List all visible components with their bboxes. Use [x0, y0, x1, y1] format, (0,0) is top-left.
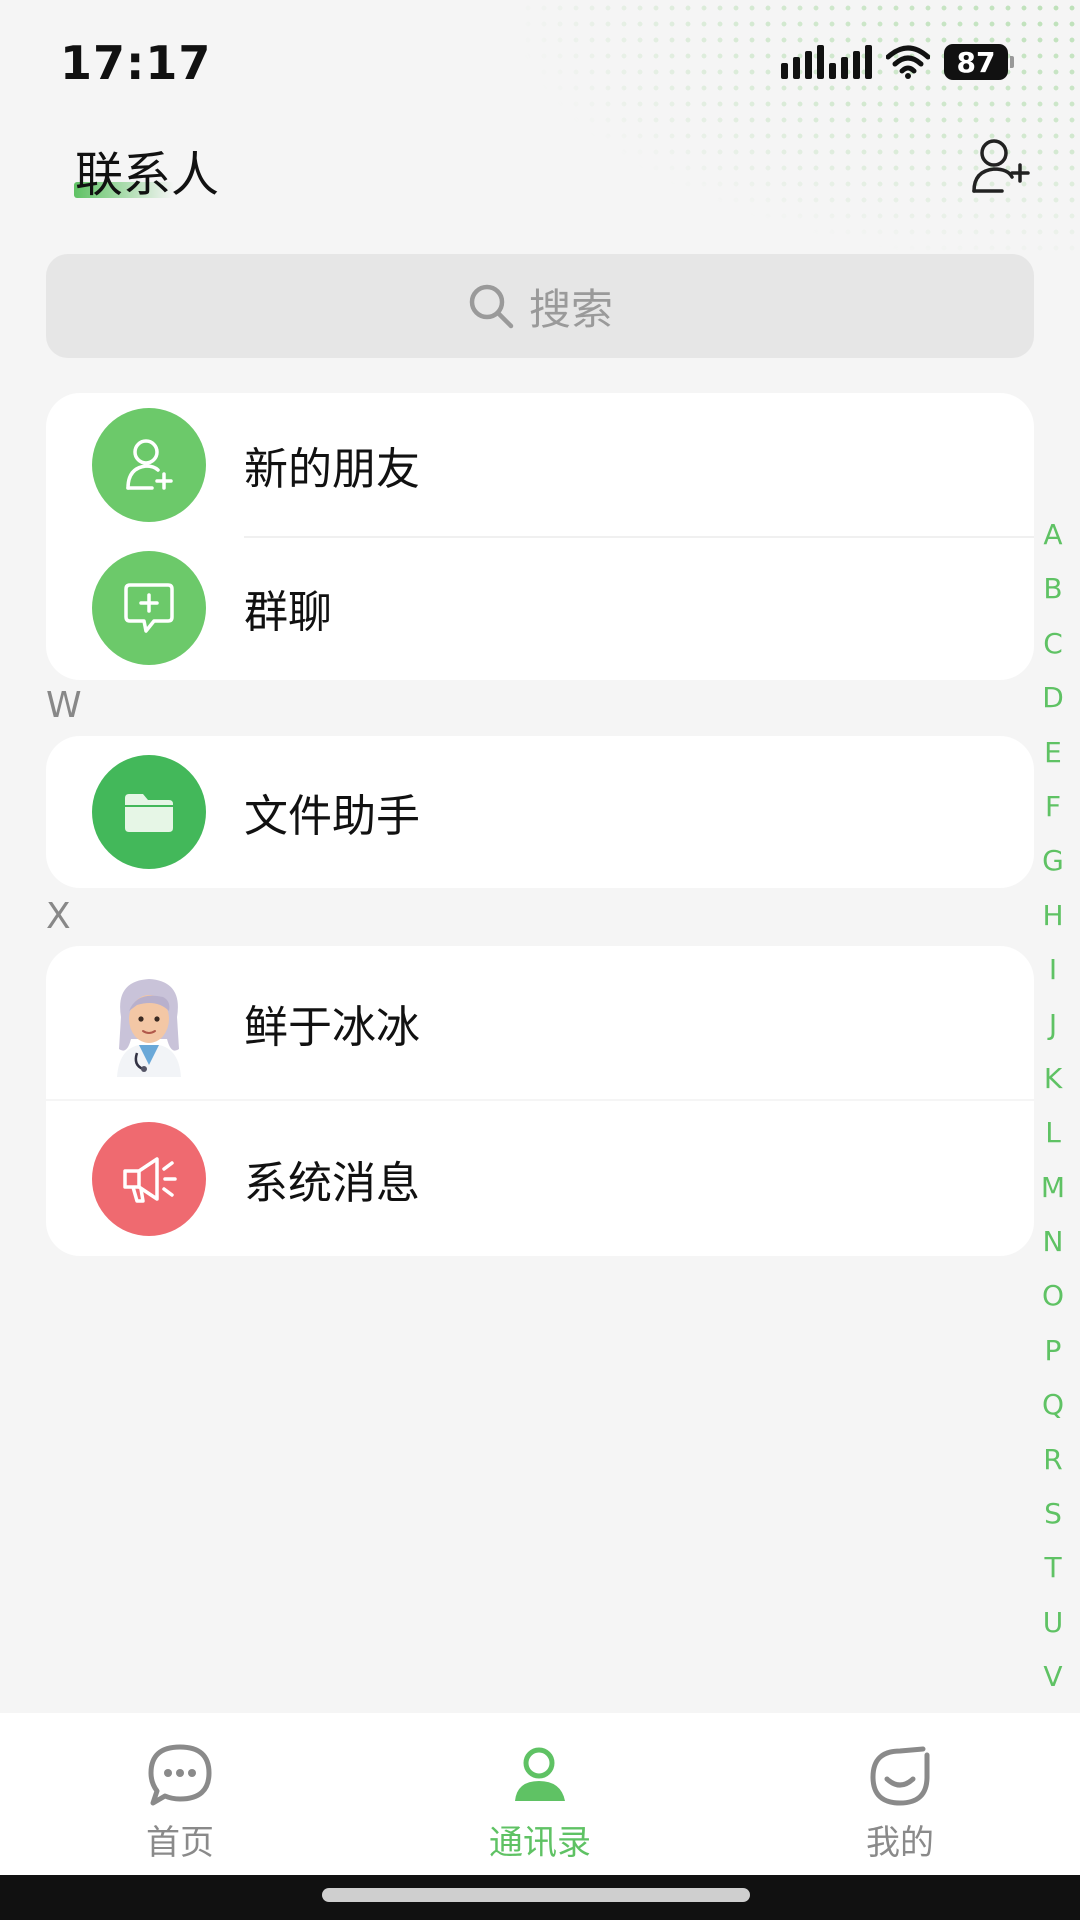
section-header-w: W	[46, 685, 82, 726]
alphabet-index[interactable]: A B C D E F G H I J K L M N O P Q R S T …	[1038, 516, 1068, 1686]
add-contact-icon[interactable]	[968, 133, 1032, 197]
list-item-label: 系统消息	[244, 1157, 420, 1209]
avatar	[92, 965, 206, 1080]
list-item-label: 新的朋友	[244, 443, 420, 495]
list-item-file-assistant[interactable]: 文件助手	[46, 736, 1034, 888]
search-placeholder: 搜索	[528, 284, 613, 334]
index-letter[interactable]: A	[1043, 516, 1062, 570]
tab-bar: 首页 通讯录 我的	[0, 1713, 1080, 1875]
index-letter[interactable]: L	[1045, 1114, 1061, 1168]
contacts-screen: 17:17 87 联系人 搜索 新的朋友 群聊 W 文件助手 X 鲜于冰冰 系统…	[0, 0, 1080, 1920]
index-letter[interactable]: V	[1043, 1658, 1062, 1686]
index-letter[interactable]: E	[1044, 734, 1062, 788]
group-chat-icon	[92, 551, 206, 665]
index-letter[interactable]: D	[1042, 679, 1064, 733]
tab-label: 首页	[146, 1823, 214, 1863]
divider	[244, 536, 1034, 538]
list-item-system-messages[interactable]: 系统消息	[46, 1101, 1034, 1256]
battery-icon: 87	[944, 44, 1014, 80]
wifi-icon	[886, 45, 930, 79]
tab-contacts[interactable]: 通讯录	[360, 1713, 720, 1875]
index-letter[interactable]: N	[1043, 1223, 1064, 1277]
index-letter[interactable]: C	[1043, 625, 1063, 679]
index-letter[interactable]: F	[1045, 788, 1061, 842]
tab-label: 通讯录	[489, 1823, 591, 1863]
list-item-group-chat[interactable]: 群聊	[46, 536, 1034, 680]
search-bar[interactable]: 搜索	[46, 254, 1034, 358]
index-letter[interactable]: J	[1049, 1006, 1057, 1060]
index-letter[interactable]: T	[1044, 1549, 1061, 1603]
chat-bubble-icon	[148, 1744, 212, 1806]
index-letter[interactable]: M	[1041, 1169, 1065, 1223]
signal-icon	[781, 45, 872, 79]
index-letter[interactable]: O	[1042, 1277, 1064, 1331]
index-letter[interactable]: B	[1043, 570, 1062, 624]
tab-home[interactable]: 首页	[0, 1713, 360, 1875]
megaphone-icon	[92, 1121, 206, 1236]
search-icon	[469, 284, 514, 329]
index-letter[interactable]: H	[1042, 897, 1063, 951]
index-letter[interactable]: P	[1045, 1332, 1062, 1386]
list-item-label: 文件助手	[244, 791, 420, 842]
index-letter[interactable]: R	[1043, 1441, 1062, 1495]
index-letter[interactable]: G	[1042, 842, 1064, 896]
tab-me[interactable]: 我的	[720, 1713, 1080, 1875]
page-title: 联系人	[75, 147, 220, 203]
add-user-icon	[92, 407, 206, 522]
tab-label: 我的	[866, 1823, 934, 1863]
section-header-x: X	[46, 896, 71, 937]
section-x-card: 鲜于冰冰	[46, 946, 1034, 1099]
section-x-card-2: 系统消息	[46, 1101, 1034, 1256]
index-letter[interactable]: S	[1044, 1495, 1062, 1549]
status-time: 17:17	[60, 36, 212, 90]
top-actions-card: 新的朋友 群聊	[46, 393, 1034, 680]
list-item-new-friends[interactable]: 新的朋友	[46, 393, 1034, 536]
smile-icon	[870, 1746, 930, 1806]
status-indicators: 87	[781, 44, 1014, 80]
section-w-card: 文件助手	[46, 736, 1034, 888]
contacts-icon	[515, 1747, 565, 1801]
index-letter[interactable]: Q	[1042, 1386, 1064, 1440]
list-item-label: 鲜于冰冰	[244, 1001, 420, 1053]
status-bar: 17:17 87	[0, 0, 1080, 120]
home-indicator[interactable]	[322, 1888, 750, 1902]
folder-icon	[92, 755, 206, 869]
list-item-contact[interactable]: 鲜于冰冰	[46, 946, 1034, 1099]
index-letter[interactable]: K	[1044, 1060, 1062, 1114]
index-letter[interactable]: U	[1043, 1604, 1064, 1658]
list-item-label: 群聊	[244, 587, 332, 638]
index-letter[interactable]: I	[1049, 951, 1057, 1005]
